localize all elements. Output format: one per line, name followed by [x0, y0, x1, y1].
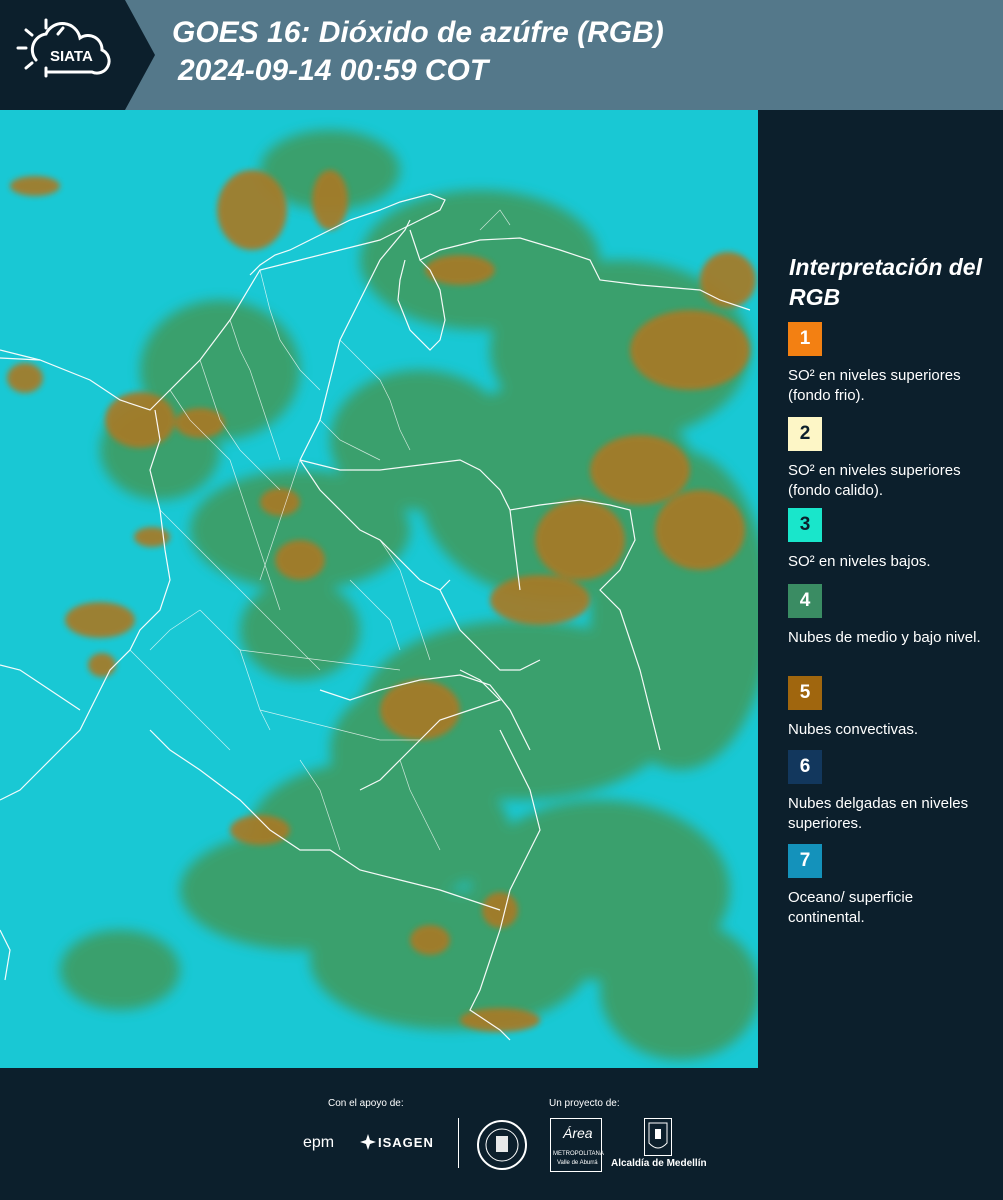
legend-swatch-3: 3: [788, 508, 822, 542]
project-label: Un proyecto de:: [549, 1098, 620, 1109]
alcaldia-medellin-label: Alcaldía de Medellín: [611, 1158, 707, 1169]
medellin-crest-icon: [644, 1118, 672, 1156]
legend-label-1: SO² en niveles superiores (fondo frio).: [788, 367, 961, 404]
legend-item-6: 6 Nubes delgadas en niveles superiores.: [788, 750, 988, 834]
legend-swatch-1: 1: [788, 322, 822, 356]
title-line-1: GOES 16: Dióxido de azúfre (RGB): [172, 16, 664, 49]
siata-logo: SIATA: [0, 0, 155, 110]
satellite-map: [0, 110, 758, 1068]
isagen-logo: ISAGEN: [378, 1135, 434, 1150]
map-image: [0, 110, 758, 1068]
legend-item-3: 3 SO² en niveles bajos.: [788, 508, 988, 572]
legend-swatch-6: 6: [788, 750, 822, 784]
area-metropolitana-logo: Área METROPOLITANA Valle de Aburrá: [550, 1118, 604, 1172]
legend-item-4: 4 Nubes de medio y bajo nivel.: [788, 584, 988, 648]
legend-swatch-2: 2: [788, 417, 822, 451]
legend-item-5: 5 Nubes convectivas.: [788, 676, 988, 740]
footer: Con el apoyo de: Un proyecto de: epm ISA…: [0, 1068, 1003, 1200]
epm-logo: epm: [303, 1134, 335, 1151]
legend-swatch-4: 4: [788, 584, 822, 618]
legend-item-1: 1 SO² en niveles superiores (fondo frio)…: [788, 322, 988, 406]
legend-label-2: SO² en niveles superiores (fondo calido)…: [788, 462, 961, 499]
siata-logo-text: SIATA: [50, 48, 93, 65]
footer-divider: [458, 1118, 459, 1168]
legend-label-6: Nubes delgadas en niveles superiores.: [788, 795, 969, 832]
university-seal-icon: [477, 1120, 527, 1170]
legend-swatch-5: 5: [788, 676, 822, 710]
legend-item-7: 7 Oceano/ superficie continental.: [788, 844, 988, 928]
legend-panel: Interpretación del RGB 1 SO² en niveles …: [760, 110, 1003, 1068]
support-label: Con el apoyo de:: [328, 1098, 404, 1109]
legend-label-4: Nubes de medio y bajo nivel.: [788, 629, 981, 646]
legend-label-7: Oceano/ superficie continental.: [788, 889, 914, 926]
legend-label-3: SO² en niveles bajos.: [788, 553, 931, 570]
legend-item-2: 2 SO² en niveles superiores (fondo calid…: [788, 417, 988, 501]
isagen-icon: [360, 1134, 376, 1150]
page-title: GOES 16: Dióxido de azúfre (RGB) 2024-09…: [172, 14, 664, 90]
legend-swatch-7: 7: [788, 844, 822, 878]
title-line-2: 2024-09-14 00:59 COT: [178, 54, 489, 87]
legend-label-5: Nubes convectivas.: [788, 721, 919, 738]
header-bar: SIATA GOES 16: Dióxido de azúfre (RGB) 2…: [0, 0, 1003, 110]
legend-title: Interpretación del RGB: [789, 254, 982, 310]
